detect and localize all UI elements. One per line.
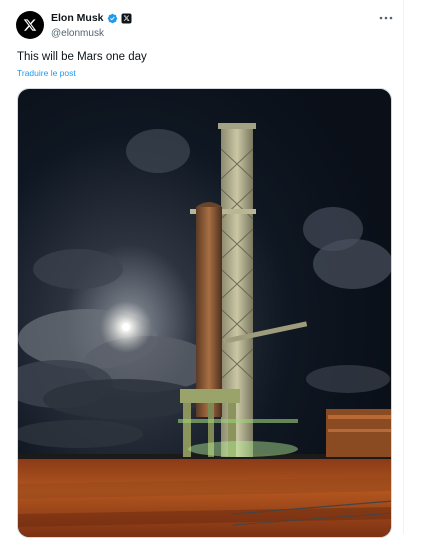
tweet-media[interactable] bbox=[17, 88, 392, 538]
avatar[interactable] bbox=[16, 11, 44, 39]
x-logo-icon bbox=[23, 19, 37, 31]
author-name-row: Elon Musk bbox=[51, 12, 132, 24]
starship-launch-tower-photo bbox=[18, 89, 391, 537]
more-horizontal-icon bbox=[379, 16, 393, 20]
more-options-button[interactable] bbox=[376, 10, 396, 26]
verified-badge-icon[interactable] bbox=[107, 13, 118, 24]
tweet-text: This will be Mars one day bbox=[17, 51, 147, 63]
translate-post-link[interactable]: Traduire le post bbox=[17, 68, 76, 78]
tweet-card: Elon Musk @elonmusk This will be Mars on… bbox=[0, 0, 404, 538]
author-handle[interactable]: @elonmusk bbox=[51, 28, 104, 39]
x-badge-icon[interactable] bbox=[121, 13, 132, 24]
author-display-name[interactable]: Elon Musk bbox=[51, 12, 104, 24]
